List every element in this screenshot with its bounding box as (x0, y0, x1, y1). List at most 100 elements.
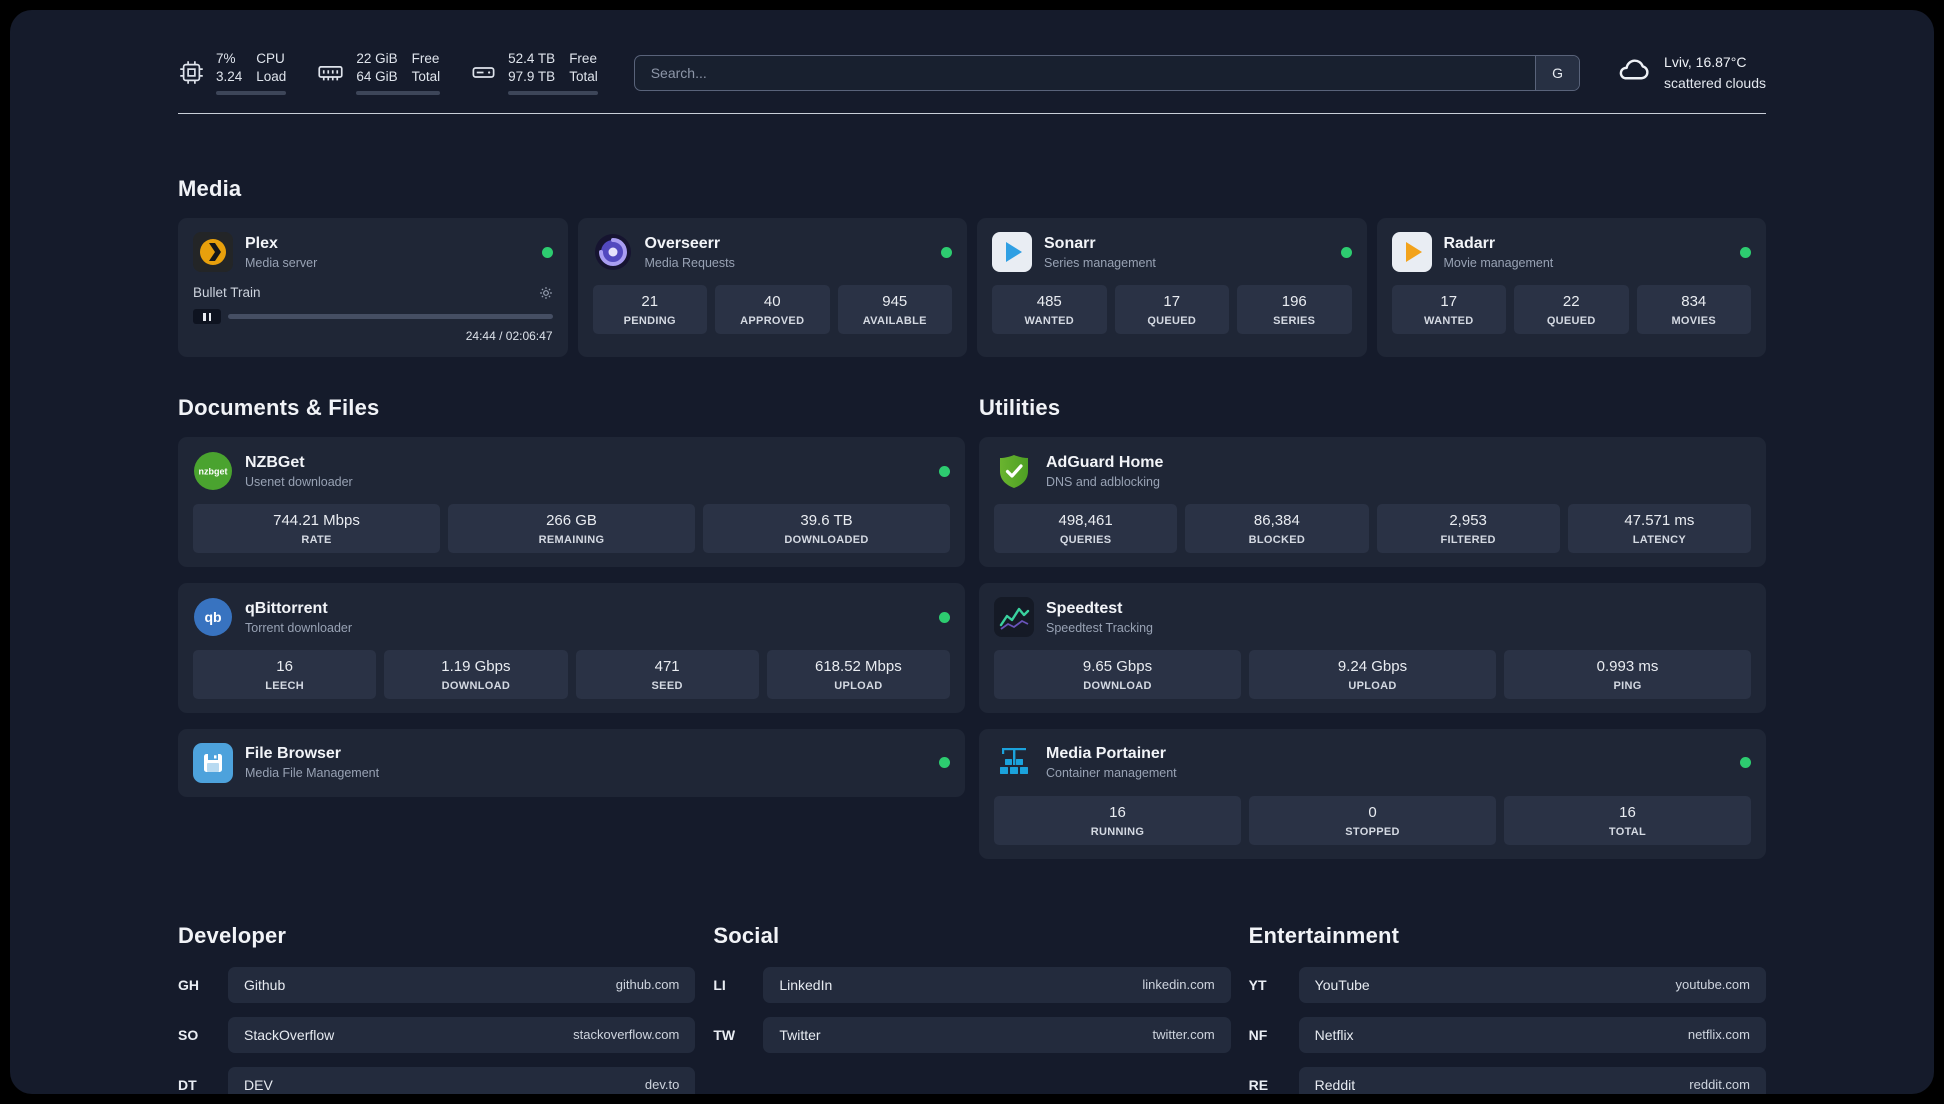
cloud-icon (1616, 56, 1652, 89)
svg-text:qb: qb (204, 609, 221, 625)
developer-bookmarks: Developer GH Github github.com SO StackO… (178, 922, 696, 1094)
service-name: qBittorrent (245, 599, 328, 617)
stat-rate: 744.21 Mbps RATE (193, 504, 440, 554)
utilities-column: Utilities AdGuard Home DNS and adblockin… (979, 395, 1766, 859)
section-title-developer: Developer (178, 922, 287, 948)
stat-upload: 618.52 Mbps UPLOAD (766, 650, 950, 699)
stat-approved: 40 APPROVED (715, 285, 830, 335)
nzbget-card[interactable]: nzbget NZBGet Usenet downloader 744.21 M… (178, 437, 965, 568)
stat-remaining: 266 GB REMAINING (448, 504, 695, 554)
service-description: Media server (245, 255, 318, 270)
disk-total-value: 97.9 TB (508, 69, 556, 85)
service-description: Torrent downloader (245, 620, 353, 635)
gear-icon[interactable] (539, 286, 553, 300)
bookmark-row-netflix: NF Netflix netflix.com (1248, 1016, 1766, 1053)
disk-usage-bar (508, 91, 598, 96)
radarr-card[interactable]: Radarr Movie management 17 WANTED 22 QUE… (1376, 218, 1766, 358)
bookmark-link-dev[interactable]: DEV dev.to (228, 1066, 696, 1094)
stat-download: 1.19 Gbps DOWNLOAD (384, 650, 568, 699)
plex-card[interactable]: Plex Media server Bullet Train 24:44 / 0… (178, 218, 568, 358)
filebrowser-card[interactable]: File Browser Media File Management (178, 728, 965, 797)
adguard-card[interactable]: AdGuard Home DNS and adblocking 498,461 … (979, 437, 1766, 568)
ram-icon (316, 59, 345, 86)
stat-wanted: 17 WANTED (1391, 285, 1506, 335)
nzbget-icon: nzbget (193, 451, 233, 491)
qbittorrent-icon: qb (193, 597, 233, 637)
bookmark-link-stackoverflow[interactable]: StackOverflow stackoverflow.com (228, 1016, 696, 1053)
stat-queries: 498,461 QUERIES (994, 504, 1178, 554)
social-bookmarks: Social LI LinkedIn linkedin.com TW Twitt… (713, 923, 1231, 1094)
service-name: Plex (245, 234, 278, 252)
service-name: Overseerr (644, 234, 721, 252)
portainer-card[interactable]: Media Portainer Container management 16 … (979, 728, 1766, 859)
stat-movies: 834 MOVIES (1636, 285, 1751, 335)
disk-icon (470, 59, 497, 86)
service-name: AdGuard Home (1046, 453, 1164, 471)
bookmark-link-twitter[interactable]: Twitter twitter.com (763, 1016, 1231, 1053)
status-dot (1740, 246, 1751, 258)
service-description: Series management (1044, 255, 1156, 270)
qbittorrent-card[interactable]: qb qBittorrent Torrent downloader 16 LEE… (178, 583, 965, 713)
stat-series: 196 SERIES (1237, 285, 1352, 335)
service-description: Movie management (1443, 255, 1554, 270)
cpu-percent: 7% (216, 51, 236, 66)
bookmark-abbr: GH (178, 976, 199, 993)
disk-stat: 52.4 TB 97.9 TB Free Total (470, 50, 598, 96)
svg-text:nzbget: nzbget (199, 467, 228, 477)
speedtest-icon (994, 597, 1034, 638)
stat-wanted: 485 WANTED (992, 285, 1107, 335)
topbar-divider (178, 113, 1766, 115)
sonarr-icon (992, 232, 1032, 273)
weather-condition: scattered clouds (1664, 74, 1766, 91)
status-dot (541, 246, 553, 258)
service-name: Sonarr (1044, 234, 1096, 252)
bookmark-link-github[interactable]: Github github.com (228, 966, 696, 1003)
weather-widget: Lviv, 16.87°C scattered clouds (1616, 52, 1766, 93)
search-bar: G (633, 54, 1581, 91)
cpu-usage-bar (216, 91, 287, 96)
search-input[interactable] (634, 55, 1536, 90)
stat-download: 9.65 Gbps DOWNLOAD (994, 650, 1241, 699)
system-stats: 7% 3.24 CPU Load 22 GiB 64 GiB Free Tota… (178, 50, 598, 96)
overseerr-card[interactable]: Overseerr Media Requests 21 PENDING 40 A… (577, 218, 967, 358)
search-engine-button[interactable]: G (1535, 55, 1580, 90)
bookmark-abbr: YT (1248, 976, 1267, 993)
status-dot (1340, 246, 1352, 258)
playback-progress-bar[interactable] (228, 314, 553, 320)
cpu-load-label: Load (256, 69, 287, 85)
service-name: Radarr (1443, 234, 1496, 252)
sonarr-card[interactable]: Sonarr Series management 485 WANTED 17 Q… (977, 218, 1367, 358)
bookmark-link-reddit[interactable]: Reddit reddit.com (1298, 1066, 1766, 1094)
service-description: Container management (1046, 766, 1177, 781)
stat-seed: 471 SEED (575, 650, 759, 699)
media-card-row: Plex Media server Bullet Train 24:44 / 0… (178, 218, 1766, 358)
bookmark-abbr: DT (178, 1076, 197, 1093)
pause-button[interactable] (193, 309, 221, 325)
section-title-entertainment: Entertainment (1248, 922, 1400, 948)
top-bar: 7% 3.24 CPU Load 22 GiB 64 GiB Free Tota… (178, 50, 1766, 96)
bookmark-link-linkedin[interactable]: LinkedIn linkedin.com (763, 966, 1231, 1003)
speedtest-card[interactable]: Speedtest Speedtest Tracking 9.65 Gbps D… (979, 583, 1766, 713)
service-name: Speedtest (1046, 599, 1123, 617)
disk-free-value: 52.4 TB (508, 51, 556, 66)
stat-leech: 16 LEECH (193, 650, 377, 699)
status-dot (939, 465, 950, 477)
entertainment-bookmarks: Entertainment YT YouTube youtube.com NF … (1249, 923, 1766, 1094)
bookmark-abbr: NF (1248, 1026, 1268, 1043)
bookmark-link-netflix[interactable]: Netflix netflix.com (1298, 1016, 1766, 1053)
service-description: Usenet downloader (245, 474, 353, 489)
cpu-icon (178, 59, 205, 86)
section-title-documents: Documents & Files (178, 395, 380, 421)
bookmark-row-github: GH Github github.com (178, 966, 696, 1003)
adguard-icon (994, 451, 1034, 491)
service-description: Media File Management (245, 766, 380, 781)
now-playing-title: Bullet Train (193, 285, 261, 301)
bookmark-row-dev: DT DEV dev.to (178, 1066, 696, 1094)
cpu-label: CPU (256, 51, 285, 66)
bookmark-link-youtube[interactable]: YouTube youtube.com (1298, 966, 1766, 1003)
dashboard: 7% 3.24 CPU Load 22 GiB 64 GiB Free Tota… (10, 10, 1934, 1094)
service-name: Media Portainer (1046, 745, 1167, 763)
ram-free-label: Free (411, 51, 440, 66)
section-title-media: Media (178, 176, 242, 202)
service-name: File Browser (245, 745, 342, 763)
